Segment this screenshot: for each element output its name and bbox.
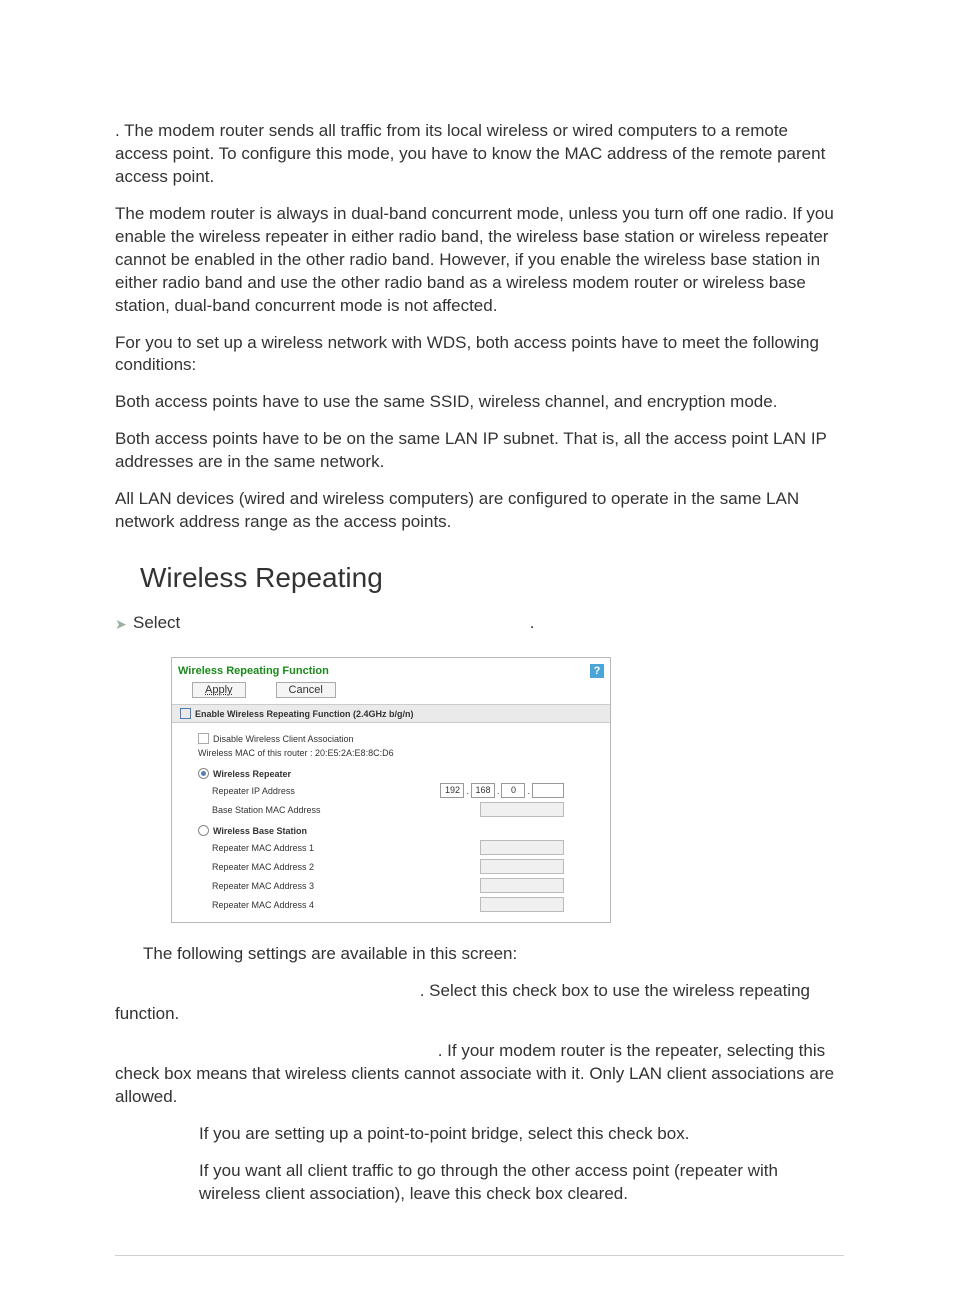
sub-bullet-2: If you want all client traffic to go thr… [199, 1160, 844, 1206]
disable-assoc-label: Disable Wireless Client Association [213, 734, 354, 744]
ui-screenshot: Wireless Repeating Function ? Apply Canc… [171, 657, 844, 923]
base-radio[interactable] [198, 825, 209, 836]
ui-title: Wireless Repeating Function [178, 665, 329, 677]
sub-bullet-1: If you are setting up a point-to-point b… [199, 1123, 844, 1146]
setting-disable-assoc-text: . If your modem router is the repeater, … [115, 1041, 834, 1106]
footer-divider [115, 1255, 844, 1256]
ip-octet-2[interactable]: 168 [471, 783, 495, 798]
intro-para-3: For you to set up a wireless network wit… [115, 332, 844, 378]
repeater-mac4-input[interactable] [480, 897, 564, 912]
cancel-button[interactable]: Cancel [276, 682, 336, 698]
enable-label: Enable Wireless Repeating Function (2.4G… [195, 709, 413, 719]
setting-disable-assoc: . If your modem router is the repeater, … [115, 1040, 844, 1109]
repeater-mac3-label: Repeater MAC Address 3 [212, 881, 480, 891]
setting-enable: . Select this check box to use the wirel… [115, 980, 844, 1026]
setting-enable-text: . Select this check box to use the wirel… [115, 981, 810, 1023]
repeater-label: Wireless Repeater [213, 769, 291, 779]
repeater-radio[interactable] [198, 768, 209, 779]
repeater-ip-label: Repeater IP Address [212, 786, 440, 796]
base-mac-input[interactable] [480, 802, 564, 817]
intro-para-1: . The modem router sends all traffic fro… [115, 120, 844, 189]
repeater-mac2-label: Repeater MAC Address 2 [212, 862, 480, 872]
step-select-suffix: . [530, 613, 535, 632]
intro-para-2: The modem router is always in dual-band … [115, 203, 844, 318]
repeater-mac1-input[interactable] [480, 840, 564, 855]
base-label: Wireless Base Station [213, 826, 307, 836]
step-select: Select . [133, 612, 844, 635]
condition-2: Both access points have to be on the sam… [115, 428, 844, 474]
repeater-mac1-label: Repeater MAC Address 1 [212, 843, 480, 853]
settings-intro: The following settings are available in … [143, 943, 844, 966]
base-mac-label: Base Station MAC Address [212, 805, 480, 815]
repeater-mac3-input[interactable] [480, 878, 564, 893]
disable-assoc-checkbox[interactable] [198, 733, 209, 744]
step-select-prefix: Select [133, 613, 185, 632]
help-icon[interactable]: ? [590, 664, 604, 678]
ip-octet-1[interactable]: 192 [440, 783, 464, 798]
repeater-mac2-input[interactable] [480, 859, 564, 874]
repeater-mac4-label: Repeater MAC Address 4 [212, 900, 480, 910]
router-mac-label: Wireless MAC of this router : 20:E5:2A:E… [198, 748, 394, 758]
condition-3: All LAN devices (wired and wireless comp… [115, 488, 844, 534]
condition-1: Both access points have to use the same … [115, 391, 844, 414]
enable-checkbox[interactable] [180, 708, 191, 719]
apply-button[interactable]: Apply [192, 682, 246, 698]
ip-octet-3[interactable]: 0 [501, 783, 525, 798]
step-arrow-icon: ➤ [115, 616, 133, 633]
ip-octet-4[interactable] [532, 783, 564, 798]
section-heading: Wireless Repeating [140, 562, 844, 594]
